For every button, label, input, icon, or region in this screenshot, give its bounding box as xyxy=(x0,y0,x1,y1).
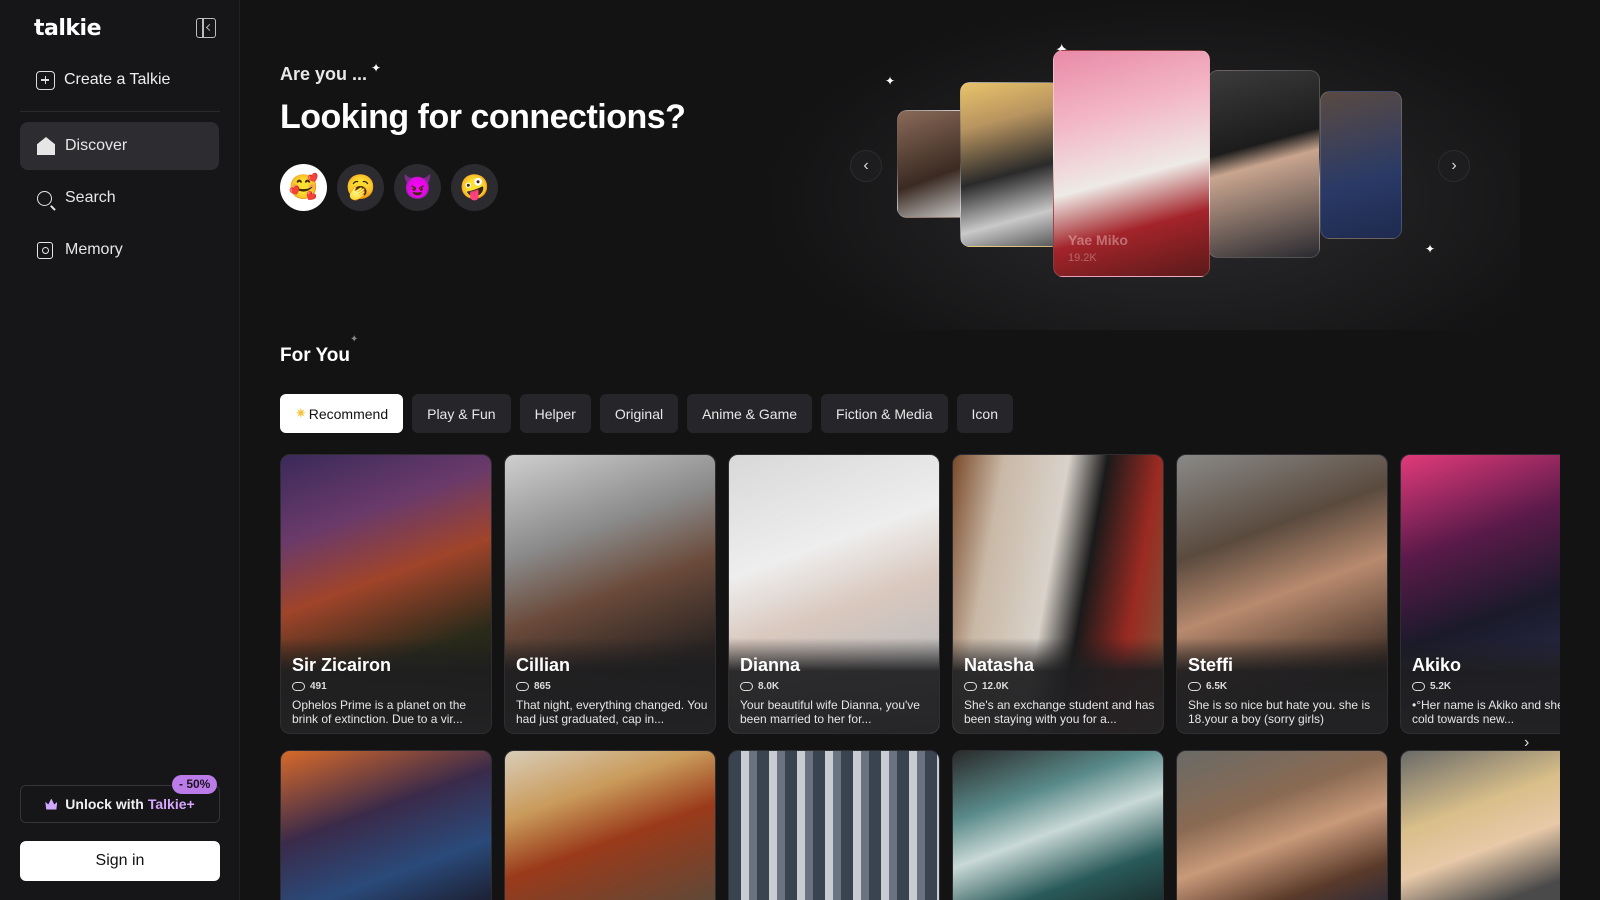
create-talkie-label: Create a Talkie xyxy=(64,71,171,88)
chat-icon xyxy=(292,682,305,691)
character-card[interactable]: Natasha 12.0K She's an exchange student … xyxy=(952,454,1164,734)
mood-love-button[interactable]: 🥰 xyxy=(280,164,327,211)
sidebar-divider xyxy=(20,111,220,112)
discount-badge: - 50% xyxy=(172,775,218,794)
hero-character-card[interactable] xyxy=(1208,70,1320,258)
sidebar-item-search[interactable]: Search xyxy=(20,174,219,222)
chat-icon xyxy=(1188,682,1201,691)
character-name: Steffi xyxy=(1188,655,1233,675)
hero-featured-card[interactable]: Yae Miko 19.2K xyxy=(1053,50,1210,277)
carousel-prev-button[interactable]: ‹ xyxy=(850,150,882,182)
featured-card-name: Yae Miko xyxy=(1068,232,1128,248)
character-card[interactable] xyxy=(952,750,1164,900)
sparkle-icon: ✦ xyxy=(350,334,359,345)
chat-count-value: 8.0K xyxy=(758,681,780,692)
chat-icon xyxy=(1412,682,1425,691)
unlock-label: Unlock with xyxy=(65,796,144,812)
mood-yawn-button[interactable]: 🥱 xyxy=(337,164,384,211)
sidebar-item-memory[interactable]: Memory xyxy=(20,226,219,274)
chat-icon xyxy=(740,682,753,691)
sidebar-item-discover[interactable]: Discover xyxy=(20,122,219,170)
home-icon xyxy=(37,137,55,155)
character-card[interactable]: Akiko 5.2K •°Her name is Akiko and she i… xyxy=(1400,454,1560,734)
chat-count-value: 6.5K xyxy=(1206,681,1228,692)
chat-count: 12.0K xyxy=(964,681,1009,692)
character-card[interactable]: Sir Zicairon 491 Ophelos Prime is a plan… xyxy=(280,454,492,734)
sidebar-item-label: Search xyxy=(65,189,116,206)
character-description: Your beautiful wife Dianna, you've been … xyxy=(740,698,920,726)
app-root: talkie Create a Talkie Discover Search M… xyxy=(0,0,1600,900)
mood-devil-button[interactable]: 😈 xyxy=(394,164,441,211)
chat-count: 8.0K xyxy=(740,681,779,692)
memory-icon xyxy=(37,241,53,259)
chat-count: 5.2K xyxy=(1412,681,1451,692)
character-card[interactable]: Dianna 8.0K Your beautiful wife Dianna, … xyxy=(728,454,940,734)
sidebar-item-label: Discover xyxy=(65,137,128,154)
tab-original[interactable]: Original xyxy=(599,394,679,433)
mood-zany-button[interactable]: 🤪 xyxy=(451,164,498,211)
tab-recommend[interactable]: ✷ Recommend xyxy=(280,394,404,433)
chat-icon xyxy=(964,682,977,691)
category-tabs: ✷ Recommend Play & Fun Helper Original A… xyxy=(280,394,1013,433)
tab-helper[interactable]: Helper xyxy=(519,394,591,433)
character-description: •°Her name is Akiko and she is very cold… xyxy=(1412,698,1560,726)
star-icon: ✷ xyxy=(295,405,307,421)
character-description: Ophelos Prime is a planet on the brink o… xyxy=(292,698,467,726)
character-name: Cillian xyxy=(516,655,571,675)
character-name: Dianna xyxy=(740,655,801,675)
character-card[interactable] xyxy=(504,750,716,900)
hero-title: Looking for connections? xyxy=(280,98,686,136)
featured-card-count: 19.2K xyxy=(1068,252,1097,264)
sign-in-button[interactable]: Sign in xyxy=(20,841,220,881)
carousel-next-button[interactable]: › xyxy=(1438,150,1470,182)
character-description: That night, everything changed. You had … xyxy=(516,698,708,726)
hero-character-card[interactable] xyxy=(1320,91,1402,239)
character-name: Sir Zicairon xyxy=(292,655,392,675)
character-name: Natasha xyxy=(964,655,1035,675)
create-talkie-button[interactable]: Create a Talkie xyxy=(20,64,220,96)
chat-count: 865 xyxy=(516,681,551,692)
character-card[interactable] xyxy=(728,750,940,900)
chat-count: 6.5K xyxy=(1188,681,1227,692)
chat-count: 491 xyxy=(292,681,327,692)
hero-character-card[interactable] xyxy=(960,82,1060,247)
sidebar-item-label: Memory xyxy=(65,241,123,258)
chat-count-value: 5.2K xyxy=(1430,681,1452,692)
chat-count-value: 491 xyxy=(310,681,327,692)
chat-count-value: 865 xyxy=(534,681,551,692)
character-card[interactable] xyxy=(280,750,492,900)
sidebar: talkie Create a Talkie Discover Search M… xyxy=(0,0,240,900)
sparkle-icon: ✦ xyxy=(1425,242,1436,256)
chat-icon xyxy=(516,682,529,691)
character-card-grid: Sir Zicairon 491 Ophelos Prime is a plan… xyxy=(280,454,1560,900)
character-card[interactable] xyxy=(1176,750,1388,900)
hero-eyebrow: Are you ... xyxy=(280,64,368,84)
character-card[interactable]: Cillian 865 That night, everything chang… xyxy=(504,454,716,734)
tab-label: Recommend xyxy=(308,405,389,422)
tab-play-fun[interactable]: Play & Fun xyxy=(412,394,511,433)
tab-fiction-media[interactable]: Fiction & Media xyxy=(821,394,948,433)
plus-square-icon xyxy=(36,70,55,90)
character-description: She's an exchange student and has been s… xyxy=(964,698,1155,726)
character-card[interactable]: Steffi 6.5K She is so nice but hate you.… xyxy=(1176,454,1388,734)
character-name: Akiko xyxy=(1412,655,1462,675)
search-icon xyxy=(37,190,52,206)
collapse-sidebar-icon[interactable] xyxy=(196,18,216,38)
talkie-plus-brand: Talkie+ xyxy=(147,796,195,812)
tab-anime-game[interactable]: Anime & Game xyxy=(687,394,813,433)
chevron-right-icon[interactable]: › xyxy=(1524,734,1529,752)
chat-count-value: 12.0K xyxy=(982,681,1009,692)
crown-icon xyxy=(45,798,58,810)
sparkle-icon: ✦ xyxy=(371,61,382,75)
tab-icon[interactable]: Icon xyxy=(956,394,1013,433)
talkie-logo[interactable]: talkie xyxy=(34,16,102,41)
character-description: She is so nice but hate you. she is 18.y… xyxy=(1188,698,1371,726)
for-you-heading: For You xyxy=(280,345,351,366)
character-card[interactable] xyxy=(1400,750,1560,900)
sparkle-icon: ✦ xyxy=(885,74,896,88)
